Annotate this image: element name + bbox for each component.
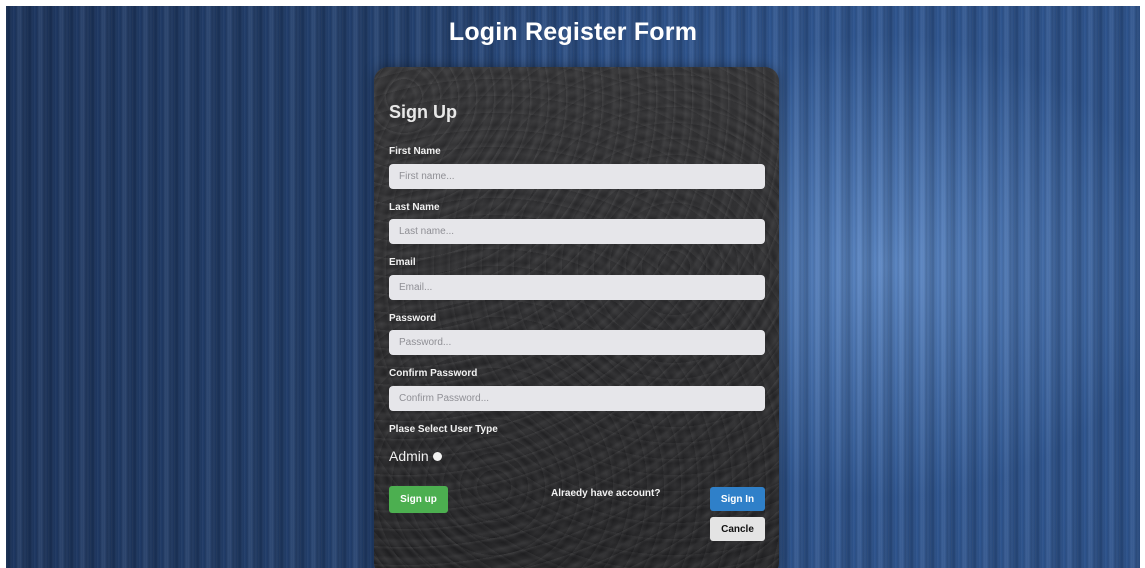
signup-card: Sign Up First Name Last Name Email Passw… [374, 67, 779, 568]
first-name-input[interactable] [389, 164, 765, 189]
last-name-label: Last Name [389, 202, 440, 213]
already-have-account-text: Alraedy have account? [551, 488, 661, 499]
confirm-password-label: Confirm Password [389, 368, 478, 379]
password-label: Password [389, 313, 437, 324]
sign-up-button[interactable]: Sign up [389, 486, 448, 513]
page-background: Login Register Form Sign Up First Name L… [6, 6, 1140, 568]
radio-button[interactable] [432, 451, 442, 461]
email-label: Email [389, 257, 416, 268]
user-type-label: Plase Select User Type [389, 424, 498, 435]
email-input[interactable] [389, 275, 765, 300]
confirm-password-input[interactable] [389, 386, 765, 411]
password-input[interactable] [389, 330, 765, 355]
radio-option-label: Admin [389, 448, 429, 464]
form-title: Sign Up [389, 102, 457, 122]
cancel-button[interactable]: Cancle [710, 517, 765, 541]
user-type-option-admin[interactable]: Admin [389, 448, 442, 464]
sign-in-button[interactable]: Sign In [710, 487, 765, 511]
last-name-input[interactable] [389, 219, 765, 244]
page-title: Login Register Form [448, 18, 698, 46]
first-name-label: First Name [389, 146, 441, 157]
